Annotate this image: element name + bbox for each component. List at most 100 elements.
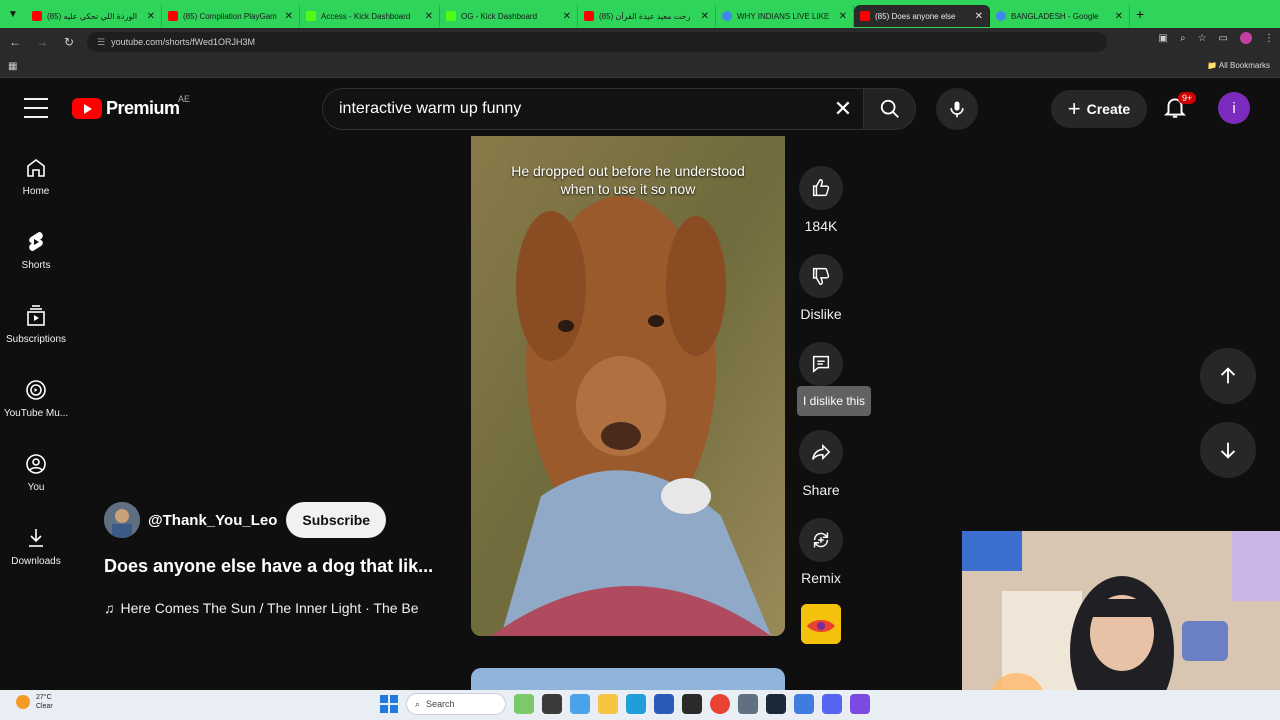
obs-icon[interactable]: [682, 694, 702, 714]
create-button[interactable]: + Create: [1051, 90, 1147, 128]
youtube-favicon-icon: [584, 11, 594, 21]
windows-start-icon[interactable]: [380, 695, 398, 713]
channel-name[interactable]: @Thank_You_Leo: [148, 512, 277, 529]
nav-item-home[interactable]: Home: [0, 136, 72, 210]
widgets-icon[interactable]: [514, 694, 534, 714]
steam-icon[interactable]: [766, 694, 786, 714]
browser-tab[interactable]: (85) Compilation PlayGam ✕: [162, 5, 300, 27]
like-count: 184K: [804, 218, 838, 234]
browser-tab[interactable]: WHY INDIANS LIVE LIKE ✕: [716, 5, 854, 27]
browser-tab[interactable]: BANGLADESH - Google ✕: [990, 5, 1130, 27]
youtube-favicon-icon: [168, 11, 178, 21]
voice-search-button[interactable]: [936, 88, 978, 130]
extensions-icon[interactable]: ▭: [1219, 33, 1228, 44]
back-button[interactable]: ←: [3, 30, 27, 54]
install-icon[interactable]: ▣: [1159, 33, 1168, 44]
nav-item-downloads[interactable]: Downloads: [0, 506, 72, 580]
reload-button[interactable]: ↻: [57, 30, 81, 54]
store-icon[interactable]: [654, 694, 674, 714]
youtube-header: Premium AE interactive warm up funny ✕ +…: [0, 80, 1280, 136]
taskbar-apps: ⌕ Search: [380, 693, 870, 715]
zoom-icon[interactable]: ⌕: [1180, 33, 1186, 44]
nav-item-shorts[interactable]: Shorts: [0, 210, 72, 284]
arrow-down-icon: [1220, 442, 1236, 459]
site-info-icon[interactable]: ☰: [97, 37, 105, 48]
account-avatar[interactable]: i: [1218, 92, 1250, 124]
dislike-button[interactable]: [799, 254, 843, 298]
short-video-player[interactable]: He dropped out before he understood when…: [471, 136, 785, 636]
taskbar-search[interactable]: ⌕ Search: [406, 693, 506, 715]
discord-icon[interactable]: [822, 694, 842, 714]
remix-button[interactable]: [799, 518, 843, 562]
profile-icon[interactable]: [1240, 32, 1252, 44]
shorts-icon: [29, 232, 43, 251]
like-button[interactable]: [799, 166, 843, 210]
browser-menu-icon[interactable]: ⋮: [1264, 33, 1274, 44]
youtube-premium-logo[interactable]: Premium AE: [72, 94, 190, 119]
channel-row: @Thank_You_Leo Subscribe: [104, 502, 387, 538]
youtube-favicon-icon: [860, 11, 870, 21]
sound-thumbnail[interactable]: [801, 604, 841, 644]
browser-tab-active[interactable]: (85) Does anyone else ✕: [854, 5, 990, 27]
nav-item-you[interactable]: You: [0, 432, 72, 506]
thumbs-down-icon: [812, 267, 830, 285]
copilot-icon[interactable]: [570, 694, 590, 714]
new-tab-button[interactable]: +: [1136, 6, 1144, 22]
weather-widget[interactable]: 27°C Clear: [16, 693, 53, 711]
browser-tab[interactable]: Access - Kick Dashboard ✕: [300, 5, 440, 27]
address-bar[interactable]: ☰ youtube.com/shorts/fWed1ORJH3M: [87, 32, 1107, 52]
search-input[interactable]: interactive warm up funny ✕: [322, 88, 864, 130]
apps-grid-icon[interactable]: ▦: [8, 61, 17, 72]
close-icon[interactable]: ✕: [563, 11, 571, 22]
menu-icon[interactable]: [24, 98, 48, 118]
short-title[interactable]: Does anyone else have a dog that lik...: [104, 556, 464, 577]
subscriptions-icon: [27, 305, 45, 326]
comments-button[interactable]: [799, 342, 843, 386]
dislike-label: Dislike: [800, 306, 842, 322]
microphone-icon: [950, 101, 964, 118]
close-icon[interactable]: ✕: [839, 11, 847, 22]
settings-icon[interactable]: [738, 694, 758, 714]
browser-toolbar: ← → ↻ ☰ youtube.com/shorts/fWed1ORJH3M ▣…: [0, 28, 1280, 56]
all-bookmarks-button[interactable]: 📁 All Bookmarks: [1207, 61, 1270, 70]
browser-tab[interactable]: (85) رحت معيد عيدة القرآن ✕: [578, 5, 716, 27]
weather-icon: [16, 695, 30, 709]
browser-tab[interactable]: OG - Kick Dashboard ✕: [440, 5, 578, 27]
search-button[interactable]: [864, 88, 916, 130]
clear-search-icon[interactable]: ✕: [823, 89, 863, 129]
next-short-button[interactable]: [1200, 422, 1256, 478]
browser-tab[interactable]: (85) الوردة اللي تحكي عليه ✕: [26, 5, 162, 27]
edge-icon[interactable]: [626, 694, 646, 714]
next-short-preview[interactable]: [471, 668, 785, 690]
app-icon[interactable]: [850, 694, 870, 714]
forward-button[interactable]: →: [30, 30, 54, 54]
close-icon[interactable]: ✕: [285, 11, 293, 22]
youtube-music-icon: [26, 380, 46, 400]
task-view-icon[interactable]: [542, 694, 562, 714]
thumbs-up-icon: [812, 179, 830, 197]
notifications-button[interactable]: 9+: [1162, 92, 1197, 124]
close-icon[interactable]: ✕: [975, 11, 983, 22]
app-icon[interactable]: [794, 694, 814, 714]
home-icon: [27, 159, 45, 177]
close-icon[interactable]: ✕: [147, 11, 155, 22]
chrome-icon[interactable]: [710, 694, 730, 714]
subscribe-button[interactable]: Subscribe: [286, 502, 387, 538]
share-button[interactable]: [799, 430, 843, 474]
nav-item-youtube-music[interactable]: YouTube Mu...: [0, 358, 72, 432]
close-icon[interactable]: ✕: [425, 11, 433, 22]
nav-item-subscriptions[interactable]: Subscriptions: [0, 284, 72, 358]
bookmarks-bar: ▦ 📁 All Bookmarks: [0, 56, 1280, 78]
tab-search-icon[interactable]: ▼: [0, 0, 26, 28]
channel-avatar[interactable]: [104, 502, 140, 538]
file-explorer-icon[interactable]: [598, 694, 618, 714]
notification-badge: 9+: [1178, 92, 1197, 104]
youtube-play-icon: [72, 98, 102, 119]
song-link[interactable]: ♫ Here Comes The Sun / The Inner Light ·…: [104, 600, 460, 616]
bookmark-star-icon[interactable]: ☆: [1198, 33, 1207, 44]
close-icon[interactable]: ✕: [1115, 11, 1123, 22]
remix-icon: [813, 532, 829, 548]
toolbar-icons: ▣ ⌕ ☆ ▭ ⋮: [1159, 32, 1274, 44]
previous-short-button[interactable]: [1200, 348, 1256, 404]
close-icon[interactable]: ✕: [701, 11, 709, 22]
